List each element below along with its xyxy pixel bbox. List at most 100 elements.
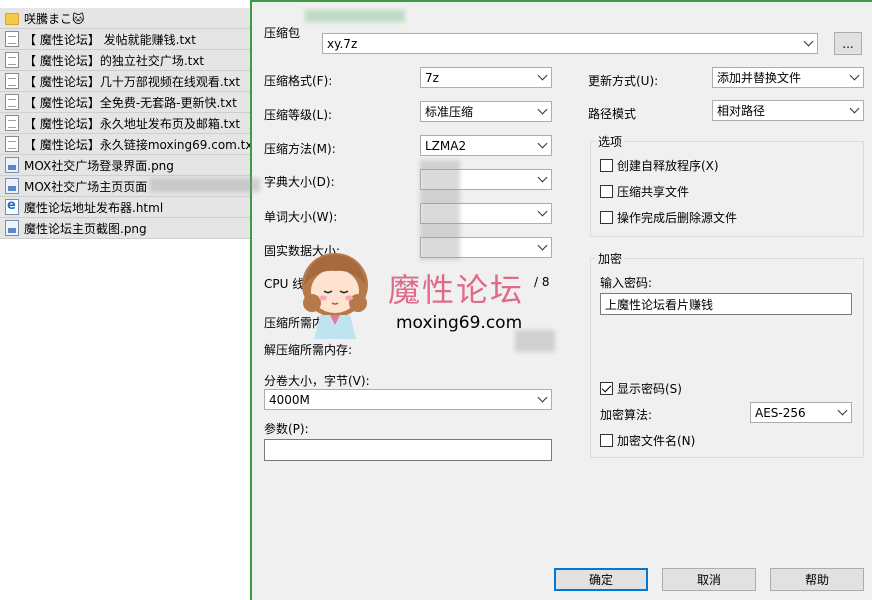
browse-button[interactable]: ... [834, 32, 862, 55]
redaction-smear [150, 178, 260, 192]
show-password-checkbox[interactable]: 显示密码(S) [600, 380, 682, 397]
file-name: 【 魔性论坛】的独立社交广场.txt [24, 53, 205, 68]
mascot-girl-icon [302, 253, 368, 339]
watermark-logo: 魔性论坛 moxing69.com [290, 245, 565, 345]
file-name: 【 魔性论坛】永久地址发布页及邮箱.txt [24, 116, 241, 131]
text-file-icon [5, 94, 19, 110]
show-password-label: 显示密码(S) [617, 382, 682, 396]
chevron-down-icon [803, 36, 814, 47]
chevron-down-icon [537, 138, 548, 149]
chevron-down-icon [849, 70, 860, 81]
file-row[interactable]: 【 魔性论坛】 发帖就能赚钱.txt [0, 29, 250, 50]
path-mode-value: 相对路径 [717, 104, 766, 118]
encryption-method-label: 加密算法: [600, 408, 653, 422]
watermark-url: moxing69.com [396, 313, 523, 333]
image-file-icon [5, 178, 19, 194]
watermark-title: 魔性论坛 [388, 271, 525, 309]
params-label: 参数(P): [264, 422, 309, 436]
delete-after-checkbox[interactable]: 操作完成后删除源文件 [600, 209, 737, 226]
file-name: 魔性论坛主页截图.png [24, 221, 147, 236]
encrypt-names-checkbox[interactable]: 加密文件名(N) [600, 432, 695, 449]
text-file-icon [5, 52, 19, 68]
compress-shared-checkbox[interactable]: 压缩共享文件 [600, 183, 689, 200]
file-list-pane: 咲騰まこ🐱 【 魔性论坛】 发帖就能赚钱.txt 【 魔性论坛】的独立社交广场.… [0, 0, 250, 600]
method-select[interactable]: LZMA2 [420, 135, 552, 156]
word-size-label: 单词大小(W): [264, 210, 338, 224]
checkbox-box [600, 159, 613, 172]
ok-button[interactable]: 确定 [554, 568, 648, 591]
folder-icon [5, 13, 19, 25]
create-sfx-label: 创建自释放程序(X) [617, 159, 719, 173]
path-mode-select[interactable]: 相对路径 [712, 100, 864, 121]
checkbox-box [600, 434, 613, 447]
help-button[interactable]: 帮助 [770, 568, 864, 591]
file-name: 【 魔性论坛】 发帖就能赚钱.txt [24, 32, 196, 47]
method-value: LZMA2 [425, 138, 467, 153]
archive-label: 压缩包 [264, 26, 301, 40]
archive-path-value: xy.7z [327, 36, 358, 51]
params-input[interactable] [264, 439, 552, 461]
checkbox-box [600, 185, 613, 198]
file-row[interactable]: 魔性论坛地址发布器.html [0, 197, 250, 218]
format-select[interactable]: 7z [420, 67, 552, 88]
volume-size-value: 4000M [269, 392, 310, 407]
chevron-down-icon [837, 405, 848, 416]
format-label: 压缩格式(F): [264, 74, 333, 88]
text-file-icon [5, 115, 19, 131]
compress-shared-label: 压缩共享文件 [617, 185, 690, 199]
image-file-icon [5, 220, 19, 236]
create-sfx-checkbox[interactable]: 创建自释放程序(X) [600, 157, 719, 174]
encryption-title: 加密 [596, 250, 625, 267]
file-name: 魔性论坛地址发布器.html [24, 200, 164, 215]
format-value: 7z [425, 70, 439, 85]
encryption-method-select[interactable]: AES-256 [750, 402, 852, 423]
method-label: 压缩方法(M): [264, 142, 336, 156]
volume-size-label: 分卷大小，字节(V): [264, 374, 370, 388]
file-name: MOX社交广场主页页面 [24, 179, 148, 194]
password-input[interactable]: 上魔性论坛看片赚钱 [600, 293, 852, 315]
text-file-icon [5, 136, 19, 152]
file-name: 咲騰まこ🐱 [24, 11, 85, 26]
chevron-down-icon [849, 103, 860, 114]
file-row[interactable]: 【 魔性论坛】永久链接moxing69.com.txt [0, 134, 250, 155]
file-row[interactable]: 【 魔性论坛】的独立社交广场.txt [0, 50, 250, 71]
checkbox-box-checked [600, 382, 613, 395]
password-label: 输入密码: [600, 276, 653, 290]
text-file-icon [5, 73, 19, 89]
file-row[interactable]: MOX社交广场登录界面.png [0, 155, 250, 176]
update-mode-value: 添加并替换文件 [717, 71, 802, 85]
file-name: 【 魔性论坛】几十万部视频在线观看.txt [24, 74, 241, 89]
options-title: 选项 [596, 133, 625, 150]
html-file-icon [5, 198, 19, 215]
volume-size-combo[interactable]: 4000M [264, 389, 552, 410]
file-name: 【 魔性论坛】永久链接moxing69.com.txt [24, 137, 250, 152]
cancel-button[interactable]: 取消 [662, 568, 756, 591]
chevron-down-icon [537, 104, 548, 115]
file-row-folder[interactable]: 咲騰まこ🐱 [0, 8, 250, 29]
update-mode-select[interactable]: 添加并替换文件 [712, 67, 864, 88]
encrypt-names-label: 加密文件名(N) [617, 434, 696, 448]
encryption-method-value: AES-256 [755, 405, 806, 420]
chevron-down-icon [537, 172, 548, 183]
file-row[interactable]: 魔性论坛主页截图.png [0, 218, 250, 239]
file-name: MOX社交广场登录界面.png [24, 158, 174, 173]
checkbox-box [600, 211, 613, 224]
update-mode-label: 更新方式(U): [588, 74, 659, 88]
chevron-down-icon [537, 206, 548, 217]
chevron-down-icon [537, 392, 548, 403]
path-mode-label: 路径模式 [588, 107, 637, 121]
delete-after-label: 操作完成后删除源文件 [617, 211, 738, 225]
archive-path-combo[interactable]: xy.7z [322, 33, 818, 54]
file-row[interactable]: 【 魔性论坛】几十万部视频在线观看.txt [0, 71, 250, 92]
dictionary-label: 字典大小(D): [264, 175, 335, 189]
text-file-icon [5, 31, 19, 47]
file-row[interactable]: 【 魔性论坛】全免费-无套路-更新快.txt [0, 92, 250, 113]
image-file-icon [5, 157, 19, 173]
file-name: 【 魔性论坛】全免费-无套路-更新快.txt [24, 95, 237, 110]
chevron-down-icon [537, 70, 548, 81]
level-value: 标准压缩 [425, 105, 474, 119]
redaction-smear [305, 10, 405, 22]
file-row[interactable]: 【 魔性论坛】永久地址发布页及邮箱.txt [0, 113, 250, 134]
level-select[interactable]: 标准压缩 [420, 101, 552, 122]
level-label: 压缩等级(L): [264, 108, 333, 122]
